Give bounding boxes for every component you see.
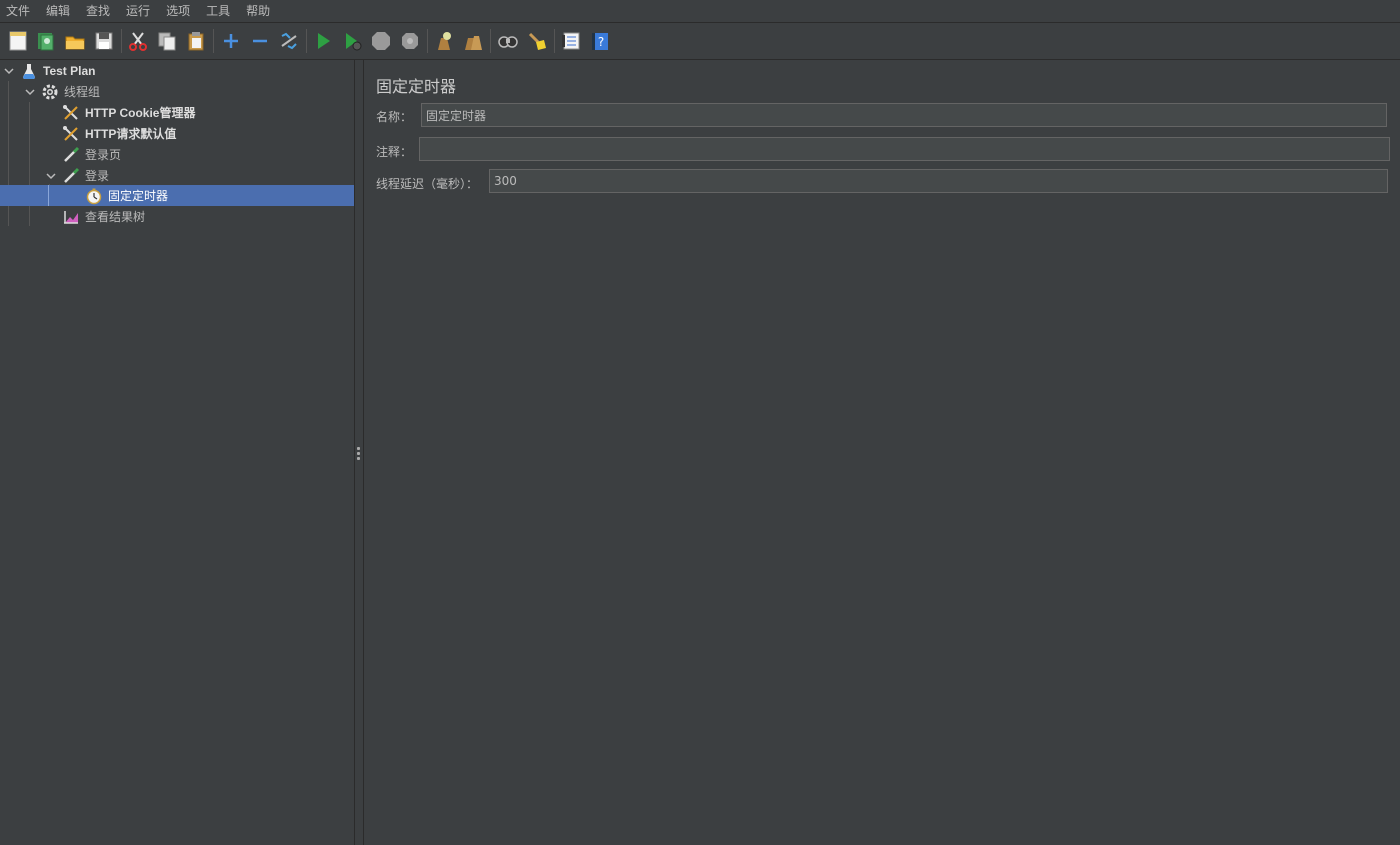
clear-icon[interactable] — [432, 29, 456, 53]
sampler-pipette-icon — [62, 146, 80, 164]
tree-item-test-plan[interactable]: Test Plan — [2, 60, 95, 81]
comment-label: 注释： — [376, 145, 413, 159]
thread-group-icon — [41, 83, 59, 101]
tree-item-label: 查看结果树 — [85, 210, 146, 224]
splitter-grip[interactable] — [357, 452, 360, 455]
paste-icon[interactable] — [184, 29, 208, 53]
tree-item-label: HTTP请求默认值 — [85, 127, 177, 141]
cut-icon[interactable] — [126, 29, 150, 53]
start-icon[interactable] — [311, 29, 335, 53]
name-field[interactable] — [421, 103, 1387, 127]
stop-icon[interactable] — [369, 29, 393, 53]
chevron-down-icon[interactable] — [23, 85, 37, 99]
menu-tools[interactable]: 工具 — [198, 0, 238, 22]
menu-help[interactable]: 帮助 — [238, 0, 278, 22]
test-plan-tree: Test Plan 线程组 HTTP Cookie管理器 HTTP请求默认值 登… — [0, 60, 355, 845]
start-no-pause-icon[interactable] — [340, 29, 364, 53]
tree-item-login[interactable]: 登录 — [44, 165, 109, 186]
config-tool-icon — [62, 125, 80, 143]
thread-delay-label: 线程延迟（毫秒）： — [376, 177, 479, 191]
new-icon[interactable] — [6, 29, 30, 53]
menu-search[interactable]: 查找 — [78, 0, 118, 22]
tree-item-label: 线程组 — [64, 85, 101, 99]
sampler-pipette-icon — [62, 167, 80, 185]
expand-icon[interactable] — [219, 29, 243, 53]
menu-file[interactable]: 文件 — [0, 0, 38, 22]
help-icon[interactable]: ? — [588, 29, 612, 53]
menu-options[interactable]: 选项 — [158, 0, 198, 22]
thread-delay-field[interactable] — [489, 169, 1388, 193]
toolbar: ? — [0, 23, 1400, 60]
reset-search-icon[interactable] — [525, 29, 549, 53]
tree-item-label: 登录页 — [85, 148, 122, 162]
test-plan-icon — [20, 62, 38, 80]
tree-item-constant-timer[interactable]: 固定定时器 — [0, 185, 354, 206]
clear-all-icon[interactable] — [461, 29, 485, 53]
save-icon[interactable] — [92, 29, 116, 53]
tree-item-http-request-defaults[interactable]: HTTP请求默认值 — [62, 123, 176, 144]
listener-chart-icon — [62, 208, 80, 226]
tree-item-label: 固定定时器 — [108, 189, 169, 203]
panel-title: 固定定时器 — [376, 77, 457, 96]
name-label: 名称： — [376, 110, 413, 124]
timer-editor-panel: 固定定时器 名称： 注释： 线程延迟（毫秒）： — [364, 60, 1400, 845]
tree-item-thread-group[interactable]: 线程组 — [23, 81, 100, 102]
tree-item-view-results-tree[interactable]: 查看结果树 — [62, 206, 145, 227]
templates-icon[interactable] — [34, 29, 58, 53]
menu-edit[interactable]: 编辑 — [38, 0, 78, 22]
tree-item-http-cookie-manager[interactable]: HTTP Cookie管理器 — [62, 102, 195, 123]
toggle-icon[interactable] — [277, 29, 301, 53]
collapse-icon[interactable] — [248, 29, 272, 53]
splitter-grip[interactable] — [357, 447, 360, 450]
svg-text:?: ? — [598, 35, 604, 49]
tree-item-label: HTTP Cookie管理器 — [85, 106, 196, 120]
chevron-down-icon[interactable] — [44, 169, 58, 183]
splitter-grip[interactable] — [357, 457, 360, 460]
shutdown-icon[interactable] — [398, 29, 422, 53]
comment-field[interactable] — [419, 137, 1390, 161]
tree-item-label: Test Plan — [43, 63, 96, 78]
function-helper-icon[interactable] — [559, 29, 583, 53]
tree-item-label: 登录 — [85, 169, 110, 183]
chevron-down-icon[interactable] — [2, 64, 16, 78]
timer-icon — [85, 187, 103, 205]
open-icon[interactable] — [63, 29, 87, 53]
config-tool-icon — [62, 104, 80, 122]
menu-run[interactable]: 运行 — [118, 0, 158, 22]
search-icon[interactable] — [496, 29, 520, 53]
menu-bar: 文件 编辑 查找 运行 选项 工具 帮助 — [0, 0, 1400, 23]
tree-item-login-page[interactable]: 登录页 — [62, 144, 121, 165]
copy-icon[interactable] — [155, 29, 179, 53]
